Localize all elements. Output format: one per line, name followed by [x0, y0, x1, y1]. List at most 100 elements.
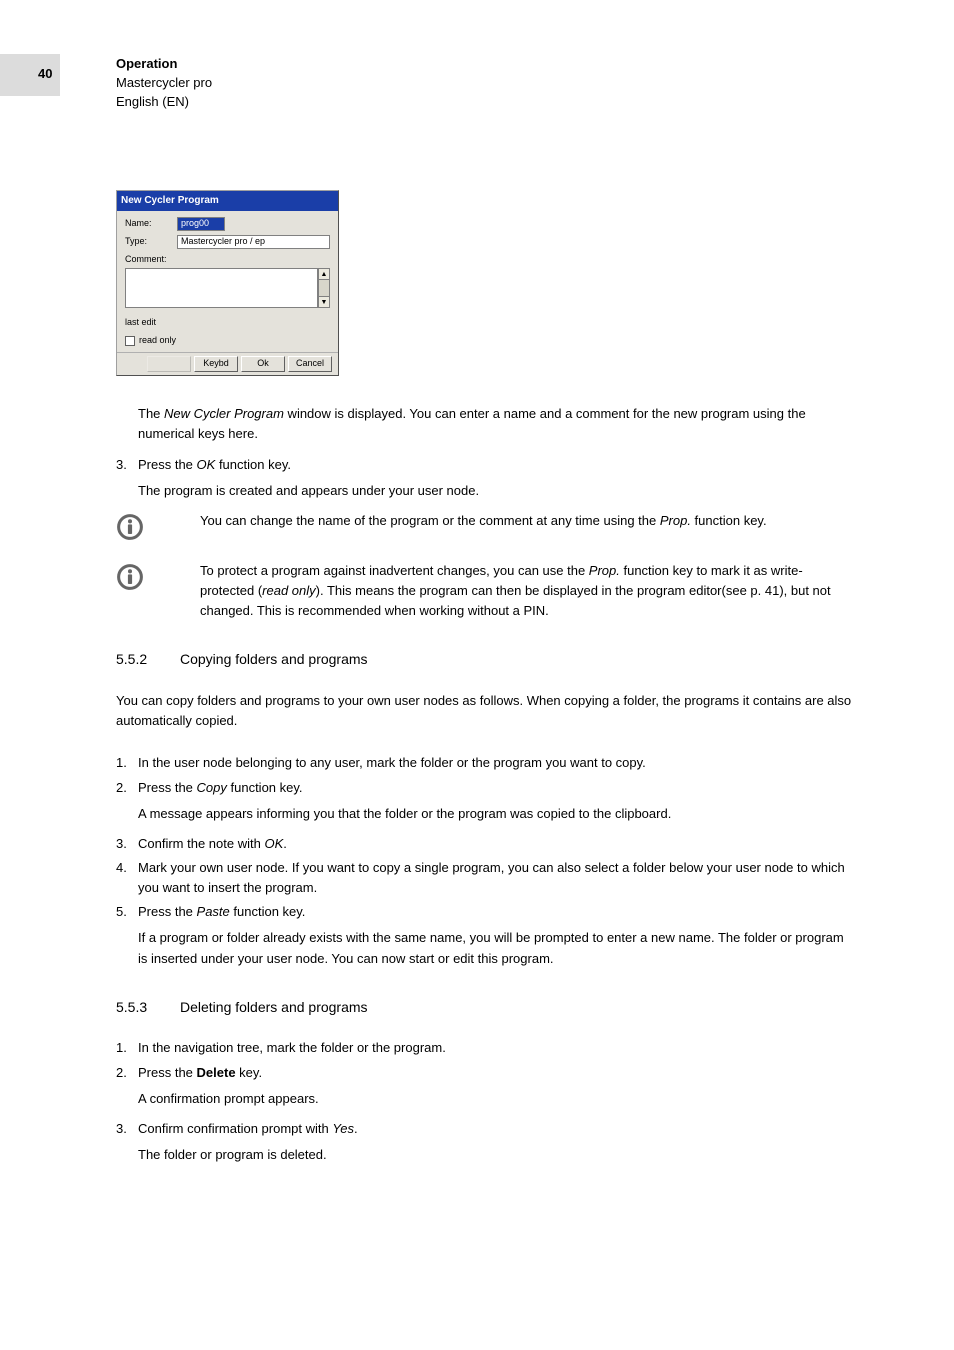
section-title: Copying folders and programs	[180, 649, 368, 671]
list-body: Press the Copy function key.	[138, 778, 856, 798]
ok-button[interactable]: Ok	[241, 356, 285, 372]
lastedit-label: last edit	[125, 316, 330, 330]
page: 40 Operation Mastercycler pro English (E…	[0, 0, 954, 1350]
readonly-checkbox-row[interactable]: read only	[125, 334, 330, 348]
keybd-button[interactable]: Keybd	[194, 356, 238, 372]
list-item: 1. In the user node belonging to any use…	[116, 753, 856, 773]
info-icon	[116, 561, 200, 597]
list-item: 5. Press the Paste function key.	[116, 902, 856, 922]
page-number: 40	[38, 66, 52, 81]
text-italic: OK	[264, 836, 283, 851]
list-body: Press the Delete key.	[138, 1063, 856, 1083]
scroll-down-icon[interactable]: ▼	[318, 296, 330, 308]
list-body: Mark your own user node. If you want to …	[138, 858, 856, 898]
list-number: 2.	[116, 1063, 138, 1083]
text: function key.	[691, 513, 767, 528]
text-italic: New Cycler Program	[164, 406, 284, 421]
type-input[interactable]: Mastercycler pro / ep	[177, 235, 330, 249]
header-line2: Mastercycler pro	[116, 74, 212, 93]
text-italic: Paste	[197, 904, 230, 919]
text: key.	[236, 1065, 263, 1080]
list-body: Confirm confirmation prompt with Yes.	[138, 1119, 856, 1139]
scroll-up-icon[interactable]: ▲	[318, 268, 330, 280]
text: function key.	[227, 780, 303, 795]
comment-textarea[interactable]	[125, 268, 318, 308]
paragraph: The New Cycler Program window is display…	[138, 404, 856, 444]
scroll-track[interactable]	[318, 280, 330, 296]
section-title: Deleting folders and programs	[180, 997, 368, 1019]
list-subtext: The program is created and appears under…	[138, 481, 856, 501]
text: function key.	[230, 904, 306, 919]
list-item: 2. Press the Copy function key.	[116, 778, 856, 798]
text: Confirm confirmation prompt with	[138, 1121, 332, 1136]
header-line3: English (EN)	[116, 93, 212, 112]
text: Press the	[138, 904, 197, 919]
list-subtext: A confirmation prompt appears.	[138, 1089, 856, 1109]
list-subtext: A message appears informing you that the…	[138, 804, 856, 824]
text: To protect a program against inadvertent…	[200, 563, 589, 578]
name-input[interactable]: prog00	[177, 217, 225, 231]
list-item: 1. In the navigation tree, mark the fold…	[116, 1038, 856, 1058]
list-number: 3.	[116, 834, 138, 854]
comment-label: Comment:	[125, 253, 330, 267]
section-heading: 5.5.3 Deleting folders and programs	[116, 997, 856, 1019]
list-number: 3.	[116, 455, 138, 475]
spacer-button	[147, 356, 191, 372]
list-body: In the user node belonging to any user, …	[138, 753, 856, 773]
text-italic: Prop.	[660, 513, 691, 528]
list-item: 2. Press the Delete key.	[116, 1063, 856, 1083]
text-italic: OK	[197, 457, 216, 472]
info-text: To protect a program against inadvertent…	[200, 561, 856, 621]
text-italic: Copy	[197, 780, 227, 795]
list-body: Press the Paste function key.	[138, 902, 856, 922]
info-note: To protect a program against inadvertent…	[116, 561, 856, 621]
list-item: 3. Confirm the note with OK.	[116, 834, 856, 854]
section-number: 5.5.3	[116, 997, 180, 1019]
list-item: 3. Confirm confirmation prompt with Yes.	[116, 1119, 856, 1139]
list-subtext: If a program or folder already exists wi…	[138, 928, 856, 968]
list-body: Press the OK function key.	[138, 455, 856, 475]
list-number: 1.	[116, 753, 138, 773]
list-number: 5.	[116, 902, 138, 922]
header-line1: Operation	[116, 55, 212, 74]
dialog-footer: Keybd Ok Cancel	[117, 352, 338, 375]
section-heading: 5.5.2 Copying folders and programs	[116, 649, 856, 671]
text: .	[354, 1121, 358, 1136]
text: .	[283, 836, 287, 851]
text-italic: Prop.	[589, 563, 620, 578]
list-item: 4. Mark your own user node. If you want …	[116, 858, 856, 898]
text: The	[138, 406, 164, 421]
list-subtext: The folder or program is deleted.	[138, 1145, 856, 1165]
info-icon	[116, 511, 200, 547]
text: function key.	[215, 457, 291, 472]
text: Confirm the note with	[138, 836, 264, 851]
text-bold: Delete	[197, 1065, 236, 1080]
info-text: You can change the name of the program o…	[200, 511, 856, 531]
list-body: In the navigation tree, mark the folder …	[138, 1038, 856, 1058]
text: Press the	[138, 1065, 197, 1080]
type-label: Type:	[125, 235, 177, 249]
text-italic: read only	[262, 583, 315, 598]
dialog-body: Name: prog00 Type: Mastercycler pro / ep…	[117, 211, 338, 353]
paragraph: You can copy folders and programs to you…	[116, 691, 856, 731]
content: New Cycler Program Name: prog00 Type: Ma…	[116, 190, 856, 1175]
text: You can change the name of the program o…	[200, 513, 660, 528]
new-cycler-program-dialog: New Cycler Program Name: prog00 Type: Ma…	[116, 190, 339, 376]
text-italic: Yes	[332, 1121, 354, 1136]
readonly-checkbox[interactable]	[125, 336, 135, 346]
readonly-label: read only	[139, 334, 176, 348]
section-number: 5.5.2	[116, 649, 180, 671]
list-number: 4.	[116, 858, 138, 898]
text: Press the	[138, 457, 197, 472]
list-number: 2.	[116, 778, 138, 798]
dialog-title: New Cycler Program	[117, 191, 338, 211]
list-number: 3.	[116, 1119, 138, 1139]
list-body: Confirm the note with OK.	[138, 834, 856, 854]
list-item: 3. Press the OK function key.	[116, 455, 856, 475]
text: Press the	[138, 780, 197, 795]
list-number: 1.	[116, 1038, 138, 1058]
cancel-button[interactable]: Cancel	[288, 356, 332, 372]
name-label: Name:	[125, 217, 177, 231]
running-header: Operation Mastercycler pro English (EN)	[116, 55, 212, 112]
comment-scrollbar[interactable]: ▲ ▼	[318, 268, 330, 308]
